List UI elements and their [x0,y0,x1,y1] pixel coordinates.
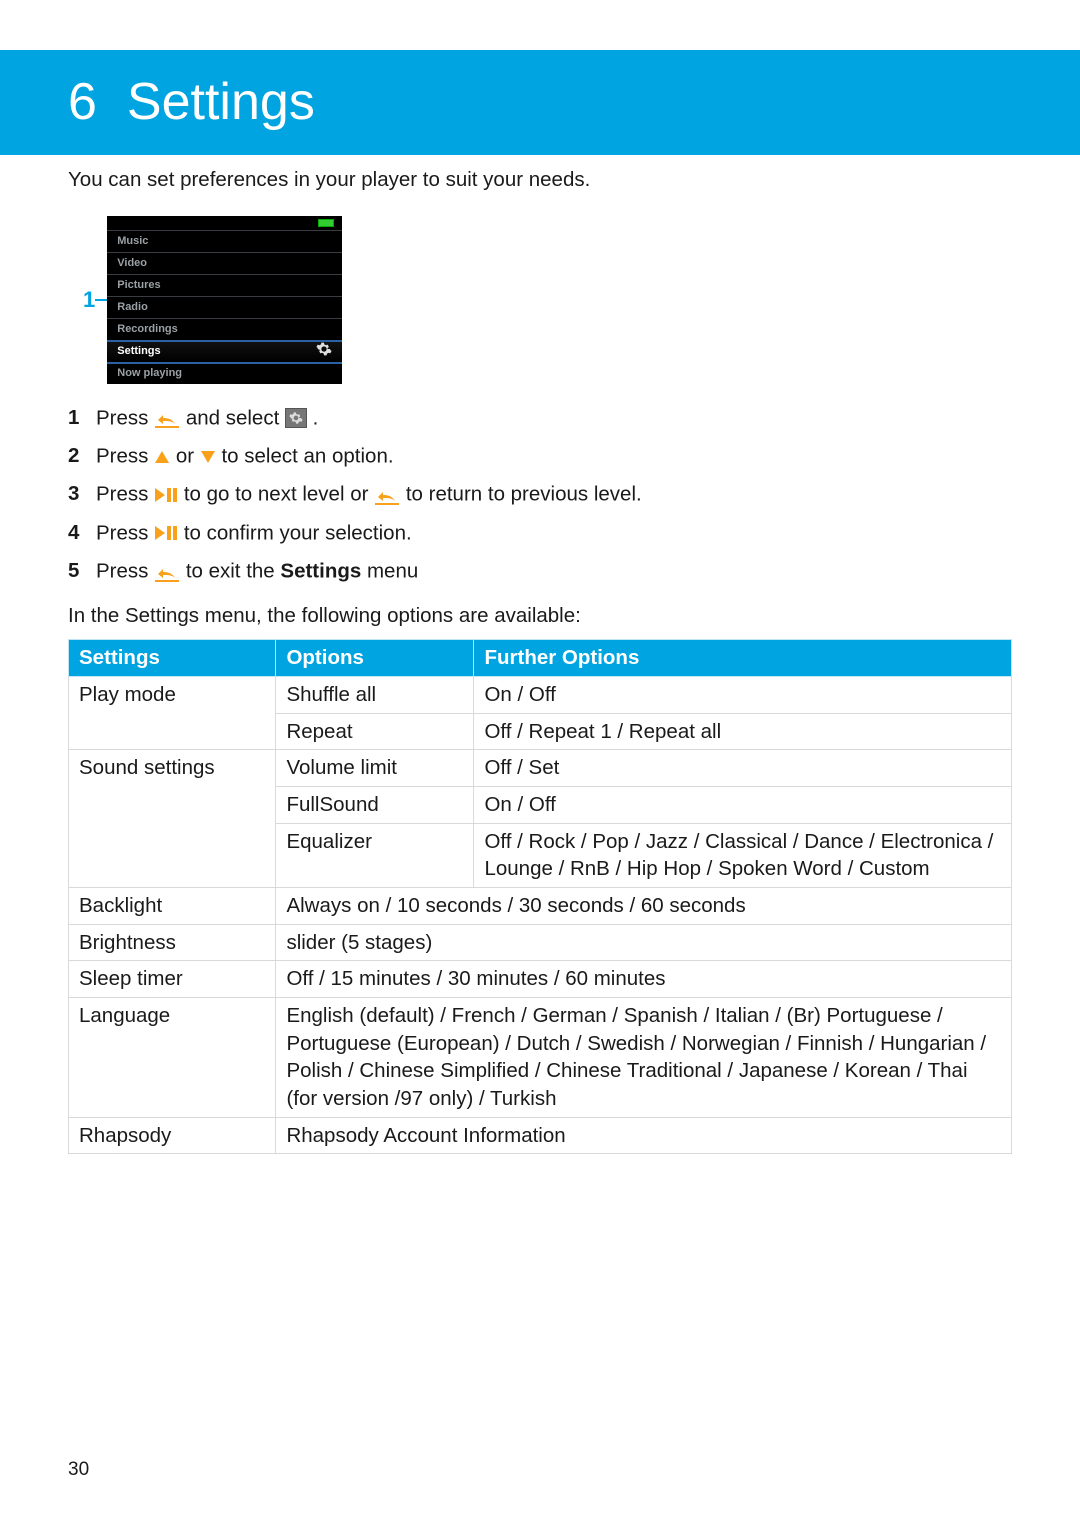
menu-row-radio: Radio [107,296,342,318]
step-2: 2 Press or to select an option. [68,442,1012,470]
device-screenshot: 1 Music Video Pictures Radio Recordings … [83,216,1012,384]
col-settings: Settings [69,640,276,677]
back-icon [154,561,180,583]
step-4: 4 Press to confirm your selection. [68,519,1012,547]
chapter-banner: 6 Settings [0,50,1080,155]
menu-row-recordings: Recordings [107,318,342,340]
chapter-number: 6 [68,67,97,137]
table-preface: In the Settings menu, the following opti… [68,602,1012,630]
back-icon [154,407,180,429]
playpause-icon [154,484,178,506]
back-icon [374,484,400,506]
settings-table: Settings Options Further Options Play mo… [68,639,1012,1154]
battery-icon [318,219,334,227]
menu-row-video: Video [107,252,342,274]
row-rhapsody: Rhapsody Rhapsody Account Information [69,1117,1012,1154]
step-5: 5 Press to exit the Settings menu [68,557,1012,585]
row-sound-volume: Sound settings Volume limit Off / Set [69,750,1012,787]
page-number: 30 [68,1457,89,1483]
callout-number: 1 [83,285,95,315]
steps-list: 1 Press and select . 2 Press [68,404,1012,586]
col-further: Further Options [474,640,1012,677]
device-screen: Music Video Pictures Radio Recordings Se… [107,216,342,384]
step-1: 1 Press and select . [68,404,1012,432]
row-brightness: Brightness slider (5 stages) [69,924,1012,961]
col-options: Options [276,640,474,677]
callout-line [95,299,107,301]
row-sleep: Sleep timer Off / 15 minutes / 30 minute… [69,961,1012,998]
menu-row-pictures: Pictures [107,274,342,296]
row-language: Language English (default) / French / Ge… [69,998,1012,1118]
intro-text: You can set preferences in your player t… [68,166,1012,194]
chapter-title: Settings [127,67,315,137]
row-backlight: Backlight Always on / 10 seconds / 30 se… [69,888,1012,925]
settings-box-icon [285,408,307,428]
device-statusbar [107,216,342,230]
menu-row-music: Music [107,230,342,252]
manual-page: 6 Settings You can set preferences in yo… [0,0,1080,1527]
step-3: 3 Press to go to next level or to return… [68,480,1012,508]
down-icon [200,446,216,468]
gear-icon [316,341,332,362]
row-playmode-shuffle: Play mode Shuffle all On / Off [69,677,1012,714]
up-icon [154,446,170,468]
menu-row-now-playing: Now playing [107,362,342,384]
playpause-icon [154,522,178,544]
menu-row-settings: Settings [107,340,342,362]
